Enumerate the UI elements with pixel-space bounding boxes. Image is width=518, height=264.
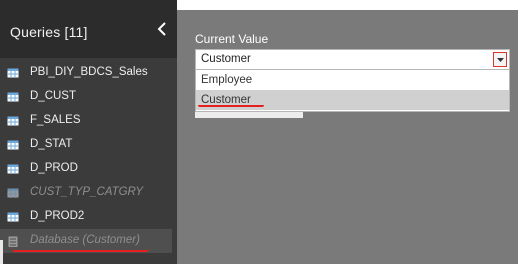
parameter-panel: Current Value Customer Employee Customer <box>177 10 518 264</box>
query-item-d-stat[interactable]: D_STAT <box>0 133 172 157</box>
partially-hidden-button <box>195 112 303 118</box>
current-value-dropdown[interactable]: Customer <box>195 49 510 70</box>
option-label: Employee <box>201 74 253 86</box>
query-item-d-prod2[interactable]: D_PROD2 <box>0 205 172 229</box>
table-icon <box>7 140 19 150</box>
parameter-icon <box>8 236 18 247</box>
query-item-label: Database (Customer) <box>30 234 140 246</box>
query-item-label: F_SALES <box>30 114 81 126</box>
table-icon <box>7 92 19 102</box>
query-item-f-sales[interactable]: F_SALES <box>0 109 172 133</box>
annotation-underline <box>198 105 264 107</box>
dropdown-selected-value: Customer <box>201 53 251 65</box>
queries-pane: Queries [11] PBI_DIY_BDCS_Sales D_CUST F… <box>0 0 177 264</box>
table-icon <box>7 68 19 78</box>
queries-pane-title: Queries [11] <box>10 24 88 40</box>
table-icon <box>7 164 19 174</box>
table-icon <box>7 188 19 198</box>
query-item-label: D_STAT <box>30 138 73 150</box>
query-item-d-prod[interactable]: D_PROD <box>0 157 172 181</box>
query-item-label: CUST_TYP_CATGRY <box>30 186 144 198</box>
query-item-label: PBI_DIY_BDCS_Sales <box>30 66 148 78</box>
dropdown-option-customer[interactable]: Customer <box>196 90 509 110</box>
dropdown-option-employee[interactable]: Employee <box>196 70 509 90</box>
query-item-pbi-diy-bdcs-sales[interactable]: PBI_DIY_BDCS_Sales <box>0 61 172 85</box>
table-icon <box>7 212 19 222</box>
query-item-label: D_PROD <box>30 162 78 174</box>
chevron-down-icon[interactable] <box>493 52 507 67</box>
annotation-underline <box>12 249 149 252</box>
query-item-label: D_CUST <box>30 90 77 102</box>
current-value-label: Current Value <box>195 32 269 46</box>
query-item-cust-typ-catgry[interactable]: CUST_TYP_CATGRY <box>0 181 172 205</box>
queries-pane-header: Queries [11] <box>0 0 177 58</box>
query-item-label: D_PROD2 <box>30 210 85 222</box>
selection-accent <box>0 240 3 264</box>
query-item-d-cust[interactable]: D_CUST <box>0 85 172 109</box>
chevron-left-icon[interactable] <box>155 22 169 40</box>
table-icon <box>7 116 19 126</box>
